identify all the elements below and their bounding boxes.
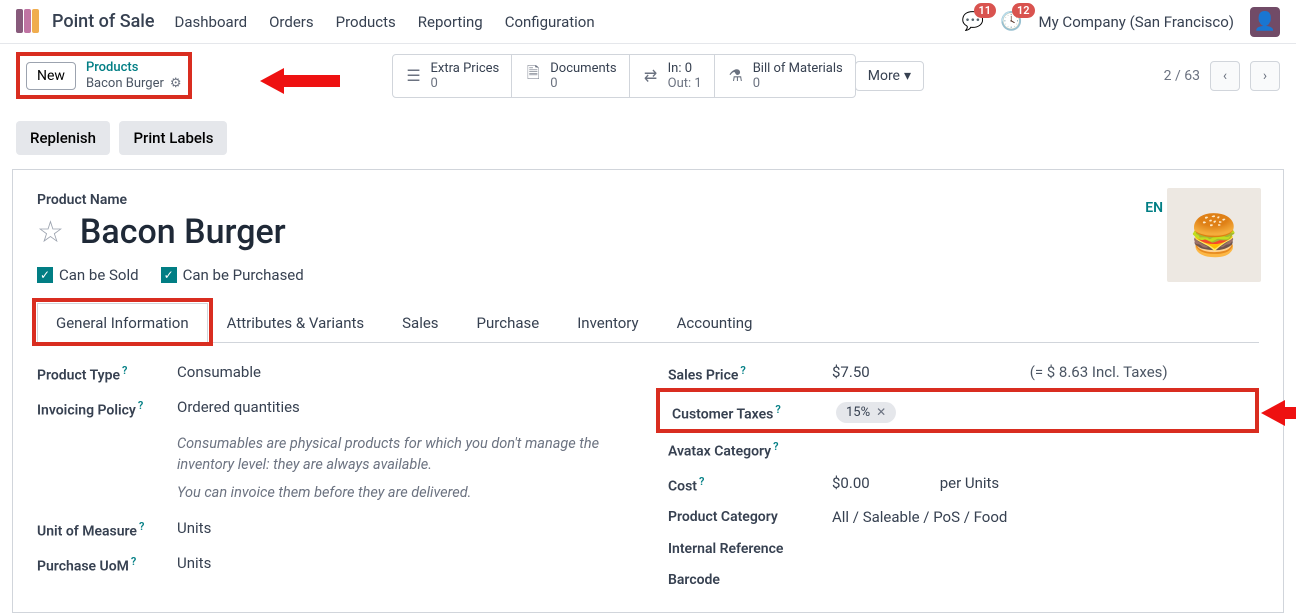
- language-badge[interactable]: EN: [1145, 200, 1163, 216]
- value-cost[interactable]: $0.00per Units: [832, 474, 1259, 492]
- product-image[interactable]: 🍔: [1167, 188, 1261, 282]
- label-uom: Unit of Measure?: [37, 519, 177, 540]
- value-product-category[interactable]: All / Saleable / PoS / Food: [832, 508, 1259, 526]
- pager-next[interactable]: ›: [1250, 61, 1280, 91]
- label-cost: Cost?: [668, 474, 832, 495]
- value-uom[interactable]: Units: [177, 519, 628, 537]
- chevron-down-icon: ▾: [904, 68, 911, 84]
- smart-documents[interactable]: 🗎 Documents0: [512, 55, 629, 97]
- nav-dashboard[interactable]: Dashboard: [175, 13, 248, 31]
- label-invoicing-policy: Invoicing Policy?: [37, 398, 177, 419]
- more-button[interactable]: More ▾: [855, 61, 924, 91]
- can-be-purchased-checkbox[interactable]: ✓Can be Purchased: [161, 266, 304, 284]
- label-internal-reference: Internal Reference: [668, 540, 832, 557]
- label-product-category: Product Category: [668, 508, 832, 525]
- value-customer-taxes[interactable]: 15%✕: [836, 402, 1243, 423]
- label-purchase-uom: Purchase UoM?: [37, 554, 177, 575]
- favorite-star-icon[interactable]: ☆: [37, 215, 64, 250]
- tab-attributes-variants[interactable]: Attributes & Variants: [208, 303, 383, 343]
- nav-orders[interactable]: Orders: [269, 13, 314, 31]
- user-avatar[interactable]: 👤: [1250, 7, 1280, 37]
- list-icon: ☰: [405, 66, 423, 85]
- help-consumable: Consumables are physical products for wh…: [177, 433, 607, 477]
- smart-in-out[interactable]: ⇄ In: 0 Out: 1: [630, 55, 715, 97]
- tab-purchase[interactable]: Purchase: [458, 303, 559, 343]
- app-logo[interactable]: [16, 9, 42, 35]
- tab-sales[interactable]: Sales: [383, 303, 457, 343]
- activities-icon[interactable]: 🕓 12: [1000, 11, 1022, 32]
- pager-text: 2 / 63: [1164, 68, 1200, 84]
- app-name[interactable]: Point of Sale: [52, 11, 155, 32]
- label-avatax: Avatax Category?: [668, 439, 832, 460]
- label-sales-price: Sales Price?: [668, 363, 832, 384]
- incl-taxes-text: (= $ 8.63 Incl. Taxes): [1030, 363, 1168, 381]
- messages-count-badge: 11: [974, 3, 997, 18]
- tab-inventory[interactable]: Inventory: [558, 303, 657, 343]
- remove-tag-icon[interactable]: ✕: [876, 405, 886, 419]
- nav-configuration[interactable]: Configuration: [505, 13, 595, 31]
- tab-accounting[interactable]: Accounting: [658, 303, 772, 343]
- can-be-sold-checkbox[interactable]: ✓Can be Sold: [37, 266, 139, 284]
- smart-bom[interactable]: ⚗ Bill of Materials0: [715, 55, 855, 97]
- breadcrumb-current: Bacon Burger: [86, 76, 164, 92]
- annotation-arrow-breadcrumb: [260, 64, 340, 98]
- replenish-button[interactable]: Replenish: [16, 121, 110, 155]
- label-customer-taxes: Customer Taxes?: [672, 402, 836, 423]
- product-name[interactable]: Bacon Burger: [80, 212, 286, 252]
- company-selector[interactable]: My Company (San Francisco): [1039, 13, 1234, 31]
- value-purchase-uom[interactable]: Units: [177, 554, 628, 572]
- cost-per-unit: per Units: [940, 474, 1000, 492]
- activities-count-badge: 12: [1012, 3, 1035, 18]
- breadcrumb-highlight: New Products Bacon Burger ⚙: [16, 52, 192, 99]
- annotation-arrow-taxes: [1261, 396, 1296, 430]
- tab-general-information[interactable]: General Information: [37, 303, 208, 343]
- breadcrumb-parent[interactable]: Products: [86, 60, 182, 76]
- product-name-label: Product Name: [37, 192, 1259, 208]
- file-icon: 🗎: [524, 62, 542, 89]
- new-button[interactable]: New: [26, 62, 76, 90]
- label-product-type: Product Type?: [37, 363, 177, 384]
- label-barcode: Barcode: [668, 571, 832, 588]
- annotation-box-taxes: Customer Taxes? 15%✕: [656, 388, 1259, 433]
- transfer-icon: ⇄: [642, 66, 660, 85]
- value-product-type[interactable]: Consumable: [177, 363, 628, 381]
- value-invoicing-policy[interactable]: Ordered quantities: [177, 398, 628, 416]
- help-invoice: You can invoice them before they are del…: [177, 484, 628, 501]
- tax-tag[interactable]: 15%✕: [836, 402, 896, 423]
- value-sales-price[interactable]: $7.50(= $ 8.63 Incl. Taxes): [832, 363, 1259, 381]
- flask-icon: ⚗: [727, 66, 745, 85]
- smart-extra-prices[interactable]: ☰ Extra Prices0: [393, 55, 513, 97]
- nav-reporting[interactable]: Reporting: [418, 13, 483, 31]
- gear-icon[interactable]: ⚙: [170, 76, 182, 92]
- nav-products[interactable]: Products: [336, 13, 396, 31]
- smart-buttons: ☰ Extra Prices0 🗎 Documents0 ⇄ In: 0 Out…: [392, 54, 856, 98]
- messages-icon[interactable]: 💬 11: [962, 11, 984, 32]
- print-labels-button[interactable]: Print Labels: [119, 121, 227, 155]
- pager-prev[interactable]: ‹: [1210, 61, 1240, 91]
